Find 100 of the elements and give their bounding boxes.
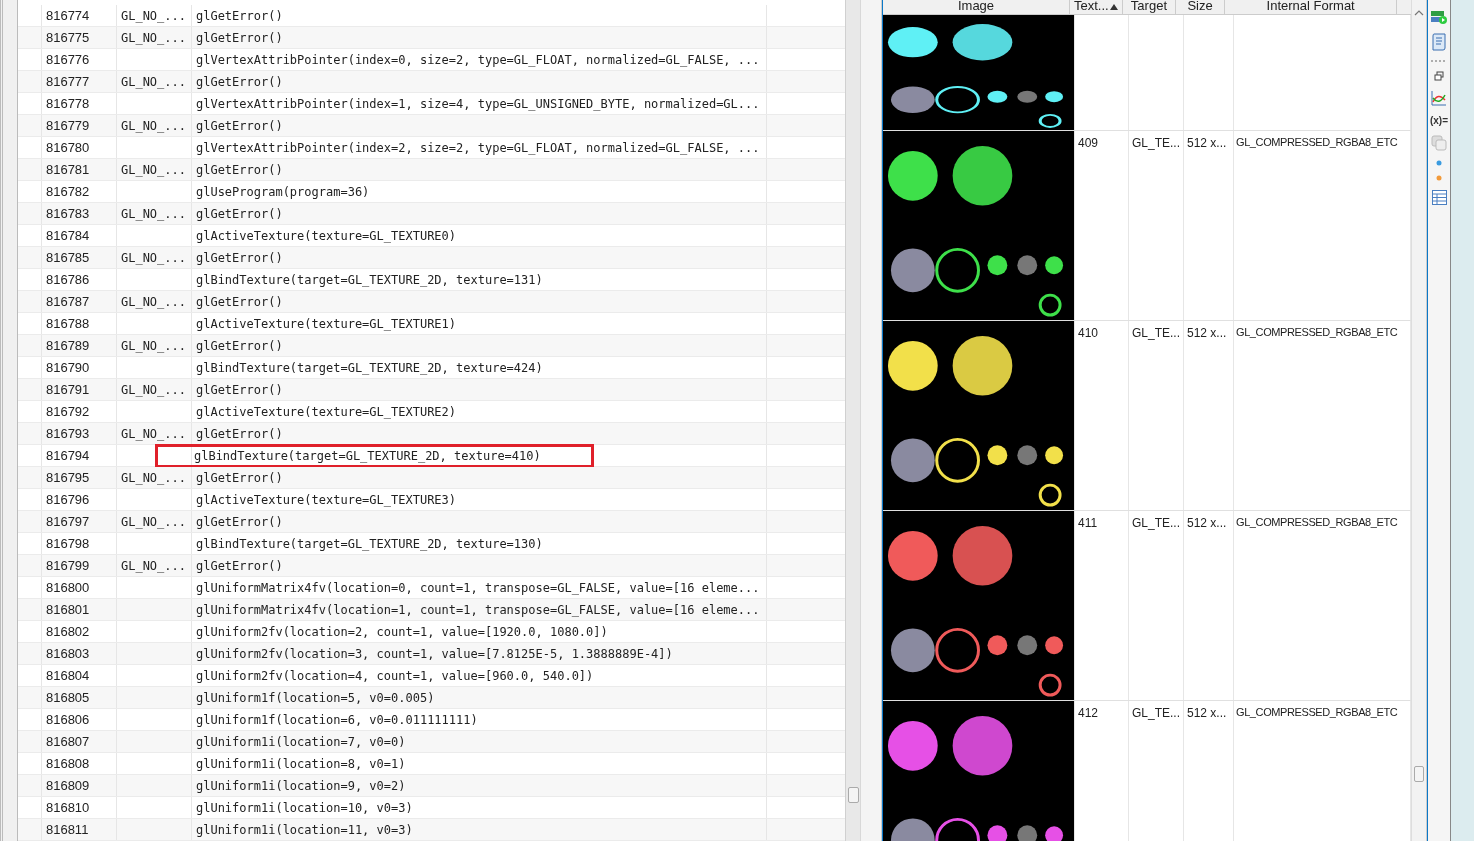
texture-target: GL_TE... <box>1132 516 1181 530</box>
call-number: 816802 <box>45 624 90 639</box>
texture-format: GL_COMPRESSED_RGBA8_ETC <box>1236 136 1398 148</box>
gl-call: glVertexAttribPointer(index=0, size=2, type=GL_FLOAT, normalized=GL_FALSE, ... <box>195 52 760 67</box>
column-header[interactable]: Internal Format <box>1266 0 1355 13</box>
column-header[interactable]: Target <box>1130 0 1167 13</box>
call-number: 816778 <box>45 96 90 111</box>
call-number: 816789 <box>45 338 90 353</box>
gl-call: glGetError() <box>195 162 283 177</box>
call-number: 816793 <box>45 426 90 441</box>
gl-call: glUniform1f(location=6, v0=0.011111111) <box>195 712 478 727</box>
call-number: 816804 <box>45 668 90 683</box>
run-icon[interactable] <box>1430 10 1448 24</box>
gl-call: glGetError() <box>195 338 283 353</box>
texture-target: GL_TE... <box>1132 706 1181 720</box>
scroll-thumb[interactable] <box>1414 766 1424 782</box>
gl-call: glUniform2fv(location=2, count=1, value=[1920.0, 1080.0]) <box>195 624 608 639</box>
gl-call: glUniform1i(location=7, v0=0) <box>195 734 406 749</box>
scroll-document-icon[interactable] <box>1431 33 1447 51</box>
call-number: 816788 <box>45 316 90 331</box>
gl-call: glActiveTexture(texture=GL_TEXTURE0) <box>195 228 457 243</box>
scrollbar[interactable] <box>845 0 860 841</box>
texture-id: 412 <box>1078 706 1099 720</box>
error-status: GL_NO_... <box>120 30 186 45</box>
gl-call: glGetError() <box>195 206 283 221</box>
call-number: 816786 <box>45 272 90 287</box>
expressions-icon[interactable]: (x)= <box>1429 115 1449 126</box>
error-status: GL_NO_... <box>120 250 186 265</box>
call-number: 816799 <box>45 558 90 573</box>
column-header[interactable]: Text... <box>1074 0 1109 13</box>
call-number: 816803 <box>45 646 90 661</box>
texture-id: 411 <box>1078 516 1098 530</box>
gl-call: glGetError() <box>195 30 283 45</box>
error-status: GL_NO_... <box>120 162 186 177</box>
call-number: 816806 <box>45 712 90 727</box>
error-status: GL_NO_... <box>120 558 186 573</box>
error-status: GL_NO_... <box>120 338 186 353</box>
gl-call: glActiveTexture(texture=GL_TEXTURE1) <box>195 316 457 331</box>
texture-size: 512 x... <box>1187 706 1227 720</box>
texture-format: GL_COMPRESSED_RGBA8_ETC <box>1236 326 1398 338</box>
call-number: 816790 <box>45 360 90 375</box>
gl-call: glGetError() <box>195 74 283 89</box>
call-number: 816792 <box>45 404 90 419</box>
scrollbar[interactable] <box>1411 0 1427 841</box>
gl-call: glGetError() <box>195 250 283 265</box>
texture-id: 410 <box>1078 326 1099 340</box>
call-number: 816809 <box>45 778 90 793</box>
dot-icon[interactable] <box>1436 175 1442 181</box>
chart-icon[interactable] <box>1431 90 1447 106</box>
gl-call: glUniform2fv(location=4, count=1, value=[960.0, 540.0]) <box>195 668 594 683</box>
call-number: 816779 <box>45 118 90 133</box>
column-header[interactable]: Size <box>1187 0 1213 13</box>
gl-call: glBindTexture(target=GL_TEXTURE_2D, texture=130) <box>195 536 543 551</box>
call-number: 816787 <box>45 294 90 309</box>
gl-call: glBindTexture(target=GL_TEXTURE_2D, texture=424) <box>195 360 543 375</box>
windows-icon[interactable] <box>1434 71 1444 81</box>
gl-call: glBindTexture(target=GL_TEXTURE_2D, texture=410) <box>157 446 591 465</box>
call-number: 816800 <box>45 580 90 595</box>
gl-call: glUniform2fv(location=3, count=1, value=[7.8125E-5, 1.3888889E-4]) <box>195 646 673 661</box>
separator-dots-icon <box>1430 60 1448 62</box>
gl-call: glUniform1i(location=11, v0=3) <box>195 822 413 837</box>
error-status: GL_NO_... <box>120 118 186 133</box>
gl-call: glGetError() <box>195 294 283 309</box>
call-number: 816782 <box>45 184 90 199</box>
call-number: 816774 <box>45 8 90 23</box>
texture-size: 512 x... <box>1187 516 1227 530</box>
gl-call: glActiveTexture(texture=GL_TEXTURE2) <box>195 404 457 419</box>
call-number: 816810 <box>45 800 90 815</box>
stack-icon <box>1431 135 1447 151</box>
call-number: 816795 <box>45 470 90 485</box>
call-number: 816801 <box>45 602 90 617</box>
gl-call: glActiveTexture(texture=GL_TEXTURE3) <box>195 492 457 507</box>
call-number: 816796 <box>45 492 90 507</box>
splitter-bar[interactable] <box>861 0 882 841</box>
call-number: 816805 <box>45 690 90 705</box>
scroll-up-icon[interactable] <box>1414 10 1424 16</box>
error-status: GL_NO_... <box>120 74 186 89</box>
call-number: 816807 <box>45 734 90 749</box>
dot-icon[interactable] <box>1436 160 1442 166</box>
column-header[interactable]: Image <box>957 0 995 13</box>
texture-size: 512 x... <box>1187 136 1227 150</box>
call-number: 816784 <box>45 228 90 243</box>
call-number: 816781 <box>45 162 90 177</box>
texture-format: GL_COMPRESSED_RGBA8_ETC <box>1236 516 1398 528</box>
gl-call: glBindTexture(target=GL_TEXTURE_2D, texture=131) <box>195 272 543 287</box>
gl-call: glGetError() <box>195 382 283 397</box>
error-status: GL_NO_... <box>120 382 186 397</box>
gl-call: glUseProgram(program=36) <box>195 184 370 199</box>
gl-call: glGetError() <box>195 8 283 23</box>
gl-call: glUniformMatrix4fv(location=0, count=1, transpose=GL_FALSE, value=[16 eleme... <box>195 580 760 595</box>
texture-format: GL_COMPRESSED_RGBA8_ETC <box>1236 706 1398 718</box>
scroll-thumb[interactable] <box>848 787 860 803</box>
call-number: 816791 <box>45 382 90 397</box>
gl-call: glUniform1f(location=5, v0=0.005) <box>195 690 435 705</box>
gl-call: glGetError() <box>195 426 283 441</box>
table-icon[interactable] <box>1431 190 1447 205</box>
error-status: GL_NO_... <box>120 8 186 23</box>
call-number: 816798 <box>45 536 90 551</box>
call-number: 816811 <box>45 822 89 837</box>
gl-call: glGetError() <box>195 470 283 485</box>
